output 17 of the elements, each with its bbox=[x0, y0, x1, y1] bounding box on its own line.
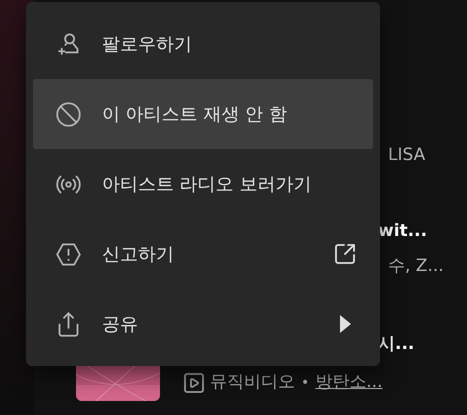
submenu-caret-icon bbox=[339, 315, 351, 333]
external-link-icon bbox=[333, 242, 357, 266]
track-subtitle: 수, Z... bbox=[388, 255, 444, 278]
menu-item[interactable]: 신고하기 bbox=[33, 219, 373, 289]
separator-dot: • bbox=[301, 374, 310, 392]
menu-item[interactable]: 팔로우하기 bbox=[33, 9, 373, 79]
menu-item[interactable]: 이 아티스트 재생 안 함 bbox=[33, 79, 373, 149]
menu-item[interactable]: 아티스트 라디오 보러가기 bbox=[33, 149, 373, 219]
warning-hexagon-icon bbox=[55, 240, 82, 268]
artist-link[interactable]: 방탄소... bbox=[315, 370, 382, 396]
music-video-icon bbox=[182, 371, 206, 395]
track-subtitle: LISA bbox=[388, 144, 426, 168]
menu-item[interactable]: 공유 bbox=[33, 289, 373, 359]
track-title: 시... bbox=[378, 333, 414, 356]
track-title: wit... bbox=[378, 220, 428, 244]
content-type-label: 뮤직비디오 bbox=[210, 371, 295, 394]
block-icon bbox=[55, 100, 82, 128]
